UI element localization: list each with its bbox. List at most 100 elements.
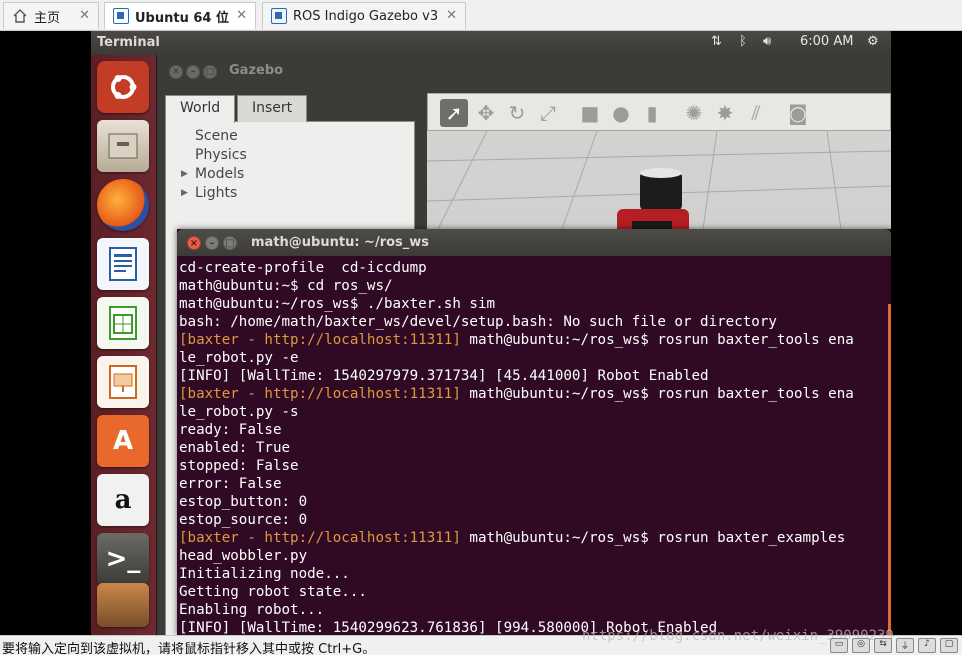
rotate-icon[interactable]: ↻ <box>503 99 531 127</box>
spot-light-icon[interactable]: ✸ <box>711 99 739 127</box>
launcher: A a >_ <box>91 55 157 635</box>
select-mode-icon[interactable]: ➚ <box>440 99 468 127</box>
amazon-icon[interactable]: a <box>97 474 149 526</box>
terminal-line: math@ubuntu:~/ros_ws$ ./baxter.sh sim <box>179 295 889 313</box>
line-text: math@ubuntu:~/ros_ws$ rosrun baxter_tool… <box>460 332 854 348</box>
terminal-line: math@ubuntu:~$ cd ros_ws/ <box>179 277 889 295</box>
terminal-line: estop_button: 0 <box>179 493 889 511</box>
gazebo-titlebar: ✕ – □ Gazebo <box>165 59 891 85</box>
cylinder-shape-icon[interactable]: ▮ <box>638 99 666 127</box>
line-text: math@ubuntu:~/ros_ws$ rosrun baxter_tool… <box>460 386 854 402</box>
volume-icon[interactable]: 🔊︎ <box>763 34 771 49</box>
close-icon[interactable]: ✕ <box>79 8 90 23</box>
gazebo-title: Gazebo <box>229 63 284 78</box>
line-text: ready: False <box>179 422 282 438</box>
line-text: estop_source: 0 <box>179 512 308 528</box>
box-shape-icon[interactable]: ■ <box>576 99 604 127</box>
tree-item-physics[interactable]: Physics <box>165 147 247 166</box>
tree-item-lights[interactable]: ▶ Lights <box>165 185 247 204</box>
prompt-prefix: [baxter - http://localhost:11311] <box>179 332 461 348</box>
tree-item-models[interactable]: ▶ Models <box>165 166 247 185</box>
network-adapter-icon[interactable]: ⇆ <box>874 638 892 653</box>
terminal-scrollbar[interactable] <box>888 304 891 635</box>
gazebo-stack-icon[interactable] <box>97 583 149 627</box>
terminal-line: [INFO] [WallTime: 1540297979.371734] [45… <box>179 367 889 385</box>
world-tree: Scene Physics ▶ Models ▶ Lights <box>165 128 247 204</box>
vm-icon <box>271 8 287 24</box>
line-text: estop_button: 0 <box>179 494 308 510</box>
line-text: le_robot.py -s <box>179 404 299 420</box>
vm-margin-left <box>0 31 91 635</box>
terminal-line: [baxter - http://localhost:11311] math@u… <box>179 331 889 349</box>
expand-arrow-icon[interactable]: ▶ <box>181 188 188 198</box>
translate-icon[interactable]: ✥ <box>472 99 500 127</box>
line-text: head_wobbler.py <box>179 548 308 564</box>
camera-icon[interactable]: ◙ <box>784 99 812 127</box>
sound-icon[interactable]: ♪ <box>918 638 936 653</box>
terminal-line: Enabling robot... <box>179 601 889 619</box>
line-text: Initializing node... <box>179 566 350 582</box>
sphere-shape-icon[interactable]: ● <box>607 99 635 127</box>
tree-item-scene[interactable]: Scene <box>165 128 247 147</box>
terminal-stack-icon[interactable]: >_ <box>97 533 149 585</box>
line-text: math@ubuntu:~/ros_ws$ rosrun baxter_exam… <box>460 530 846 546</box>
line-text: enabled: True <box>179 440 291 456</box>
close-icon[interactable]: ✕ <box>446 8 457 23</box>
expand-arrow-icon[interactable]: ▶ <box>181 169 188 179</box>
tab-home[interactable]: 主页 ✕ <box>3 2 99 29</box>
tab-label: 主页 <box>34 10 61 26</box>
terminal-window[interactable]: × – □ math@ubuntu: ~/ros_ws cd-create-pr… <box>177 229 891 635</box>
directional-light-icon[interactable]: ⫽ <box>742 99 770 127</box>
line-text: Enabling robot... <box>179 602 325 618</box>
point-light-icon[interactable]: ✺ <box>680 99 708 127</box>
terminal-line: head_wobbler.py <box>179 547 889 565</box>
terminal-line: stopped: False <box>179 457 889 475</box>
network-icon[interactable]: ⇅ <box>711 34 722 49</box>
line-text: error: False <box>179 476 282 492</box>
software-center-icon[interactable]: A <box>97 415 149 467</box>
terminal-line: [baxter - http://localhost:11311] math@u… <box>179 529 889 547</box>
clock[interactable]: 6:00 AM <box>800 34 853 49</box>
close-icon[interactable]: × <box>187 236 201 250</box>
firefox-icon[interactable] <box>97 179 149 231</box>
display-icon[interactable]: ▢ <box>940 638 958 653</box>
panel-app-title: Terminal <box>97 35 160 50</box>
tab-ubuntu[interactable]: Ubuntu 64 位 ✕ <box>104 2 256 29</box>
home-icon <box>12 8 28 24</box>
terminal-output[interactable]: cd-create-profile cd-iccdump math@ubuntu:… <box>179 259 889 635</box>
vmware-window: 主页 ✕ Ubuntu 64 位 ✕ ROS Indigo Gazebo v3 … <box>0 0 962 655</box>
cd-icon[interactable]: ◎ <box>852 638 870 653</box>
vmware-statusbar: 要将输入定向到该虚拟机，请将鼠标指针移入其中或按 Ctrl+G。 https:/… <box>0 628 962 655</box>
line-text: le_robot.py -e <box>179 350 299 366</box>
line-text: math@ubuntu:~/ros_ws$ ./baxter.sh sim <box>179 296 496 312</box>
terminal-line: cd-create-profile cd-iccdump <box>179 259 889 277</box>
scale-icon[interactable]: ⤢ <box>534 99 562 127</box>
files-icon[interactable] <box>97 120 149 172</box>
close-icon[interactable]: ✕ <box>236 8 247 23</box>
tab-ros-indigo[interactable]: ROS Indigo Gazebo v3 ✕ <box>262 2 466 29</box>
impress-icon[interactable] <box>97 356 149 408</box>
status-message: 要将输入定向到该虚拟机，请将鼠标指针移入其中或按 Ctrl+G。 <box>2 642 376 655</box>
top-panel: Terminal ⇅ ᛒ 🔊︎ 6:00 AM ⚙ <box>91 31 891 55</box>
ubuntu-dash-icon[interactable] <box>97 61 149 113</box>
terminal-line: bash: /home/math/baxter_ws/devel/setup.b… <box>179 313 889 331</box>
bluetooth-icon[interactable]: ᛒ <box>739 34 747 49</box>
tab-label: Ubuntu 64 位 <box>135 10 229 26</box>
hdd-icon[interactable]: ▭ <box>830 638 848 653</box>
device-icons: ▭ ◎ ⇆ ⏚ ♪ ▢ <box>830 638 958 653</box>
calc-icon[interactable] <box>97 297 149 349</box>
usb-icon[interactable]: ⏚ <box>896 638 914 653</box>
writer-icon[interactable] <box>97 238 149 290</box>
tab-insert[interactable]: Insert <box>237 95 308 122</box>
maximize-icon[interactable]: □ <box>223 236 237 250</box>
terminal-line: estop_source: 0 <box>179 511 889 529</box>
minimize-icon[interactable]: – <box>186 65 200 79</box>
line-text: cd-create-profile cd-iccdump <box>179 260 427 276</box>
tab-world[interactable]: World <box>165 95 236 123</box>
maximize-icon[interactable]: □ <box>203 65 217 79</box>
close-icon[interactable]: ✕ <box>169 65 183 79</box>
line-text: Getting robot state... <box>179 584 367 600</box>
gear-icon[interactable]: ⚙ <box>867 34 879 49</box>
minimize-icon[interactable]: – <box>205 236 219 250</box>
terminal-line: error: False <box>179 475 889 493</box>
